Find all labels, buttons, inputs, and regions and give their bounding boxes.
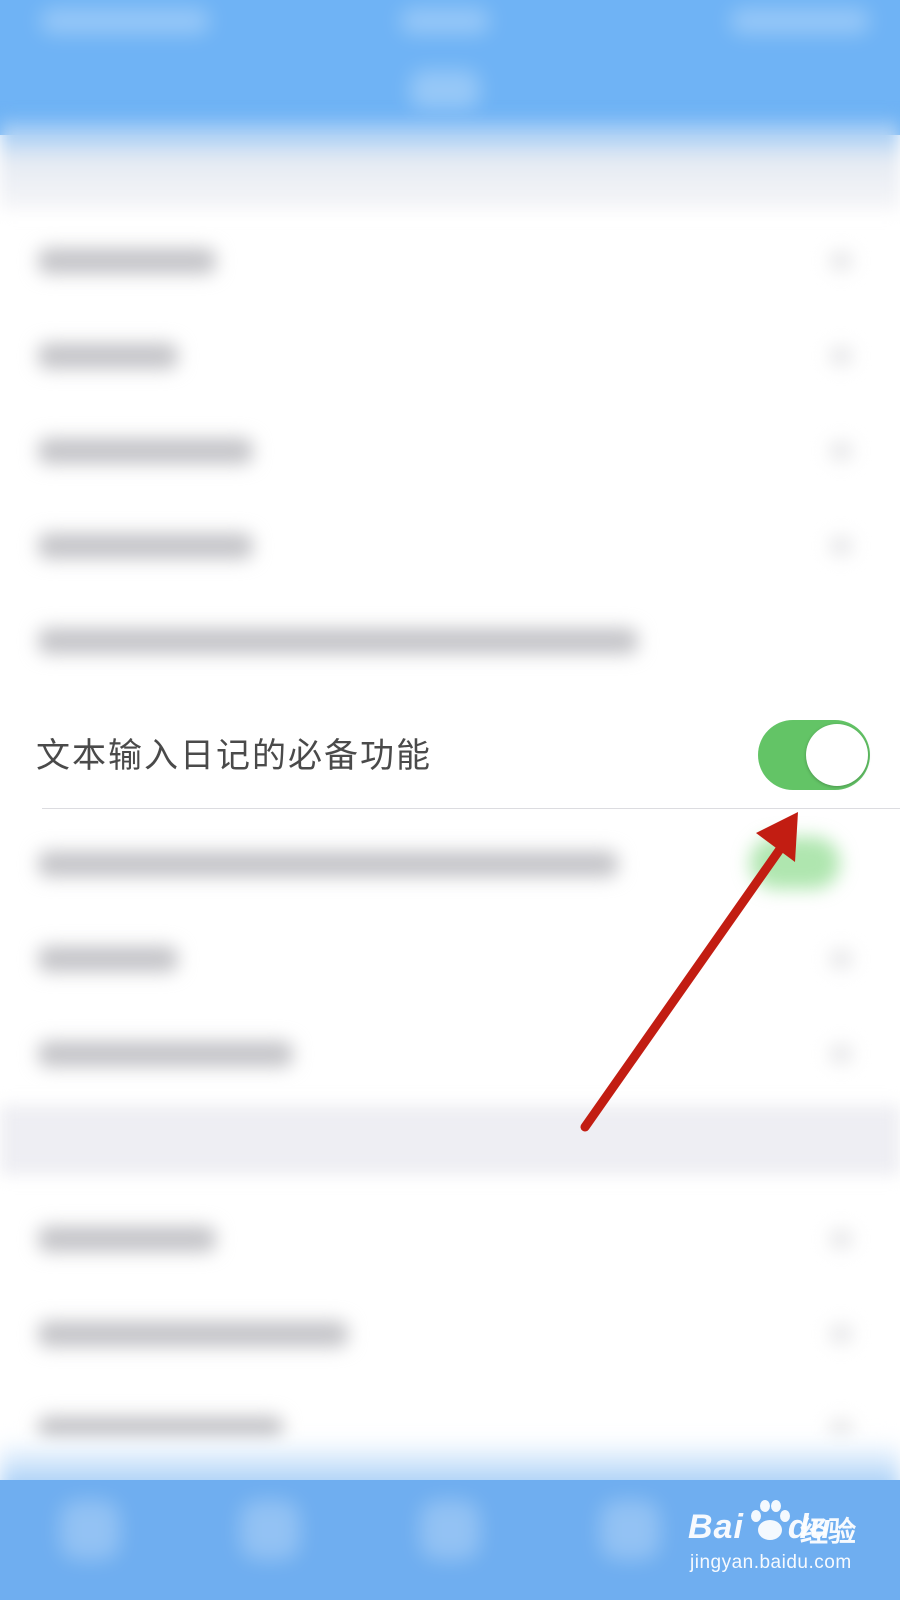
baidu-jingyan-watermark: Bai du 经验 jingyan.baidu.com (688, 1500, 888, 1580)
setting-row-label: 文本输入日记的必备功能 (36, 736, 432, 776)
settings-screen: 文本输入日记的必备功能 Bai du 经验 jingyan.baidu.com (0, 0, 900, 1600)
nav-title-blurred (410, 70, 480, 110)
blurred-setting-row (0, 1190, 900, 1285)
row-divider-bottom (42, 808, 900, 809)
tab-icon-blurred (420, 1500, 480, 1560)
setting-row-text-input-diary[interactable]: 文本输入日记的必备功能 (0, 700, 900, 810)
blurred-setting-row (0, 815, 900, 910)
blurred-settings-list-top (0, 212, 900, 687)
paw-logo-icon (751, 1500, 790, 1540)
blurred-setting-row (0, 1285, 900, 1380)
watermark-url: jingyan.baidu.com (690, 1552, 852, 1573)
toggle-knob (806, 724, 868, 786)
tab-icon-blurred (60, 1500, 120, 1560)
section-separator (0, 1105, 900, 1175)
watermark-brand-cn: 经验 (800, 1515, 857, 1548)
status-bar-blurred (40, 8, 210, 34)
nav-bar-fade (0, 120, 900, 210)
blurred-settings-list-bottom (0, 1190, 900, 1475)
blurred-setting-row (0, 402, 900, 497)
blurred-setting-row (0, 1005, 900, 1100)
feature-toggle-switch[interactable] (758, 720, 870, 790)
blurred-setting-row (0, 497, 900, 592)
status-battery-blurred (730, 8, 870, 34)
blurred-setting-row (0, 910, 900, 1005)
blurred-setting-row (0, 592, 900, 687)
blurred-setting-row (0, 307, 900, 402)
tab-icon-blurred (600, 1500, 660, 1560)
status-time-blurred (400, 8, 490, 34)
blurred-setting-row (0, 212, 900, 307)
tab-icon-blurred (240, 1500, 300, 1560)
blurred-settings-list-middle (0, 815, 900, 1100)
